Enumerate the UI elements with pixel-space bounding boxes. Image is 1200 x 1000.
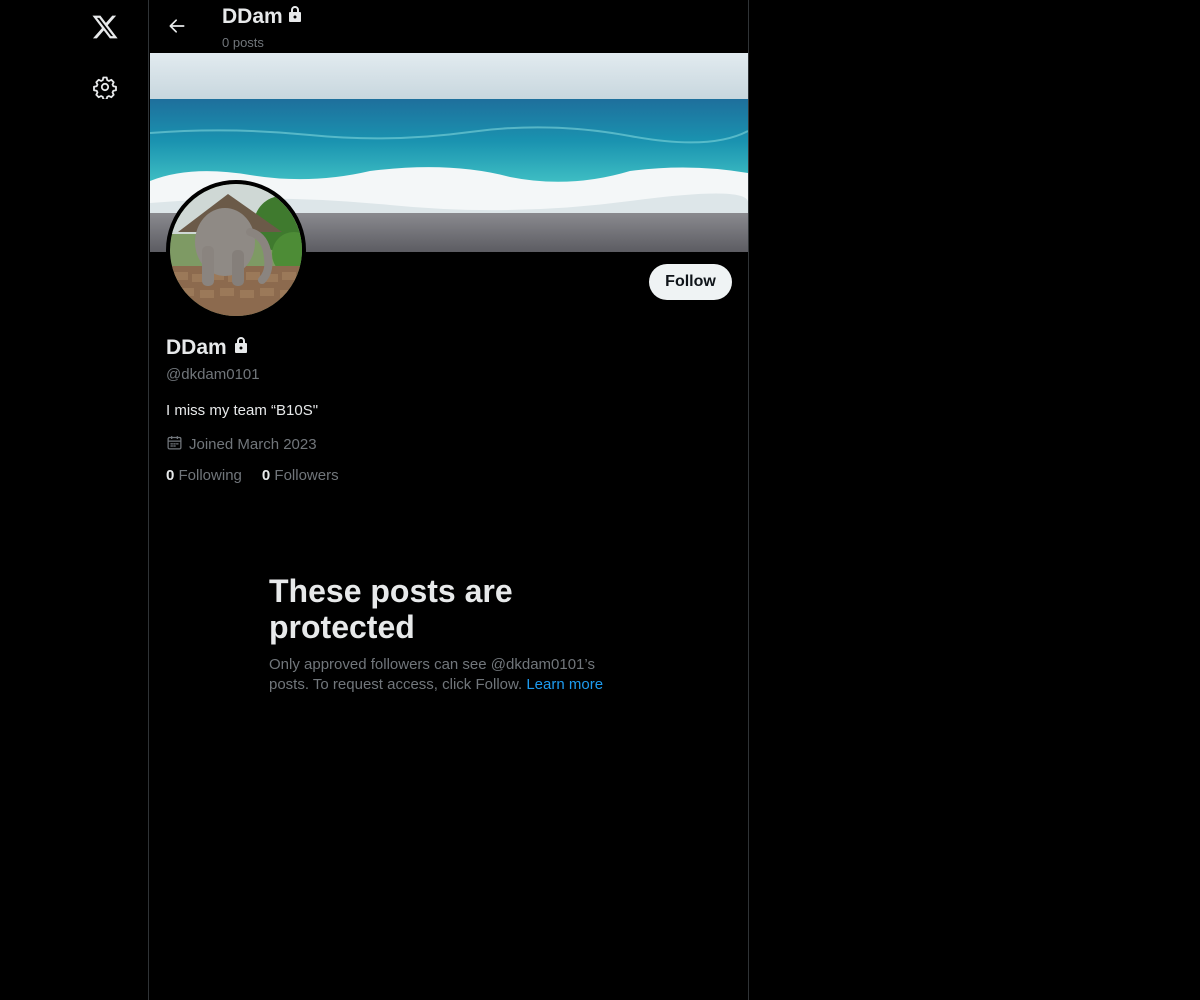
gear-icon[interactable]	[83, 65, 127, 109]
lock-icon	[287, 5, 303, 29]
header-title: DDam	[222, 5, 303, 29]
followers-count: 0	[261, 467, 271, 484]
lock-icon	[233, 336, 249, 360]
profile-column: DDam 0 posts Follow DDam @dkdam0101 I mi…	[149, 0, 749, 1000]
joined-date: Joined March 2023	[166, 434, 317, 455]
x-logo-icon[interactable]	[83, 5, 127, 49]
left-navigation	[0, 0, 149, 1000]
profile-header-bar: DDam 0 posts	[149, 0, 748, 53]
following-link[interactable]: 0 Following	[166, 467, 242, 484]
profile-bio: I miss my team “B10S"	[166, 402, 319, 419]
display-name: DDam	[166, 336, 227, 359]
profile-name: DDam	[166, 336, 249, 360]
protected-notice: These posts are protected Only approved …	[269, 573, 629, 695]
following-count: 0	[166, 467, 175, 484]
learn-more-link[interactable]: Learn more	[526, 676, 603, 693]
follow-stats: 0 Following 0 Followers	[166, 467, 339, 484]
posts-count: 0 posts	[222, 35, 264, 50]
header-name: DDam	[222, 5, 283, 28]
followers-label: Followers	[274, 467, 339, 484]
following-label: Following	[178, 467, 242, 484]
arrow-left-icon[interactable]	[160, 9, 194, 43]
protected-text: Only approved followers can see @dkdam01…	[269, 655, 629, 695]
profile-handle: @dkdam0101	[166, 366, 260, 383]
calendar-icon	[166, 434, 183, 455]
avatar[interactable]	[166, 180, 306, 320]
protected-title: These posts are protected	[269, 573, 513, 645]
follow-button[interactable]: Follow	[649, 264, 732, 300]
followers-link[interactable]: 0 Followers	[262, 467, 339, 484]
joined-text: Joined March 2023	[189, 436, 317, 453]
